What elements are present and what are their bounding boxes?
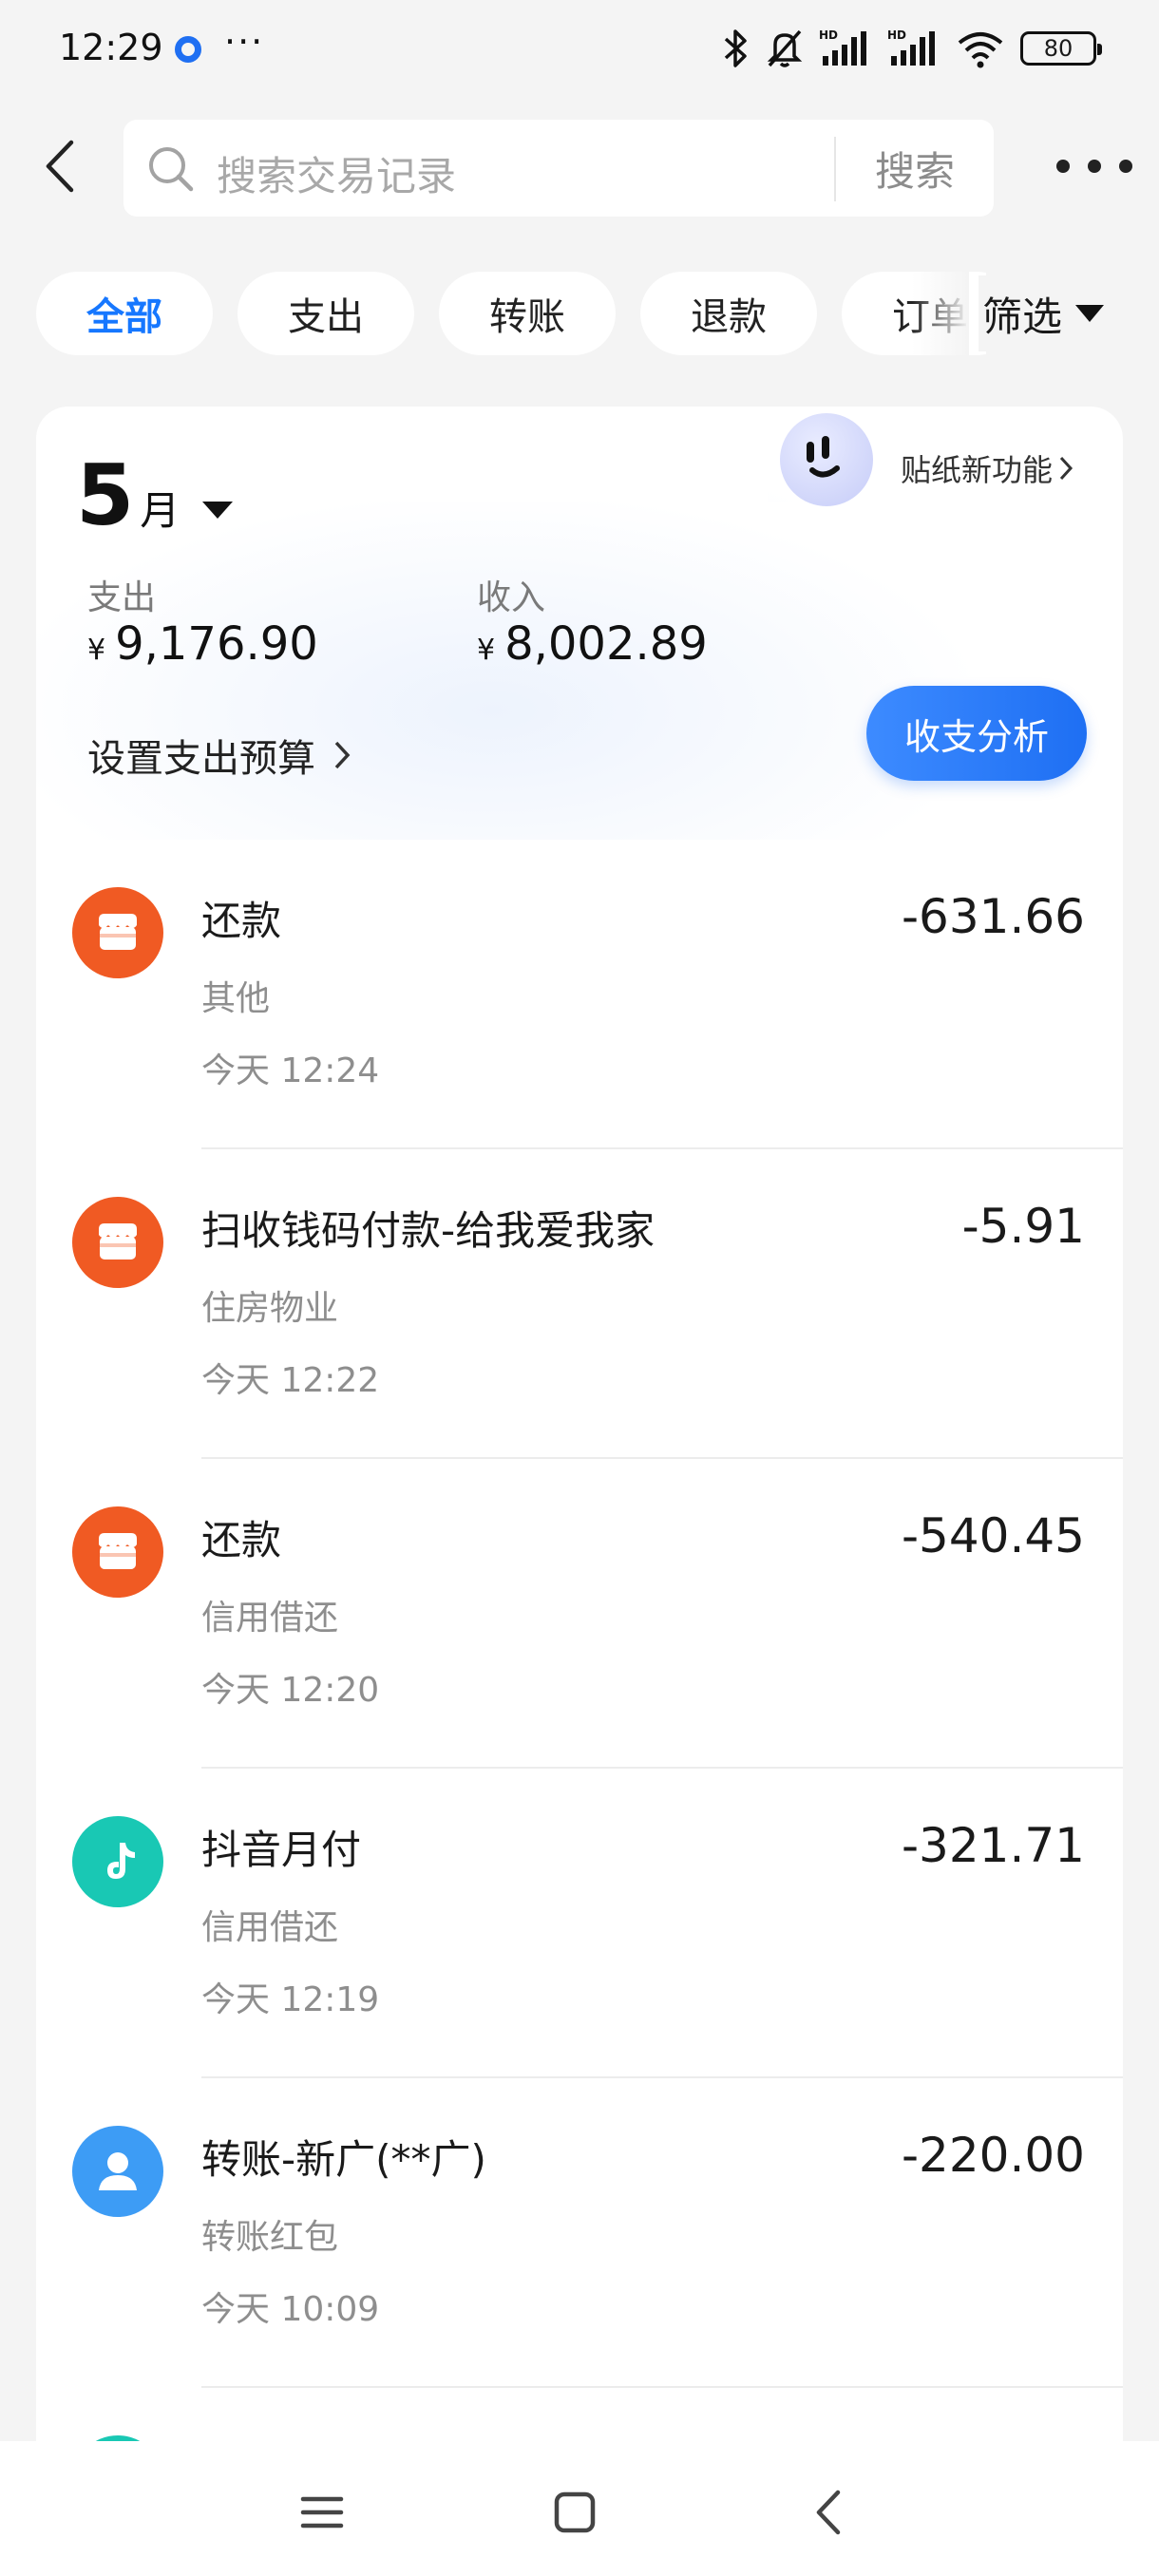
more-options-icon[interactable] xyxy=(1056,142,1132,190)
transaction-category: 住房物业 xyxy=(201,1289,339,1328)
system-nav-bar xyxy=(0,2441,1159,2576)
transaction-title: 还款 xyxy=(201,898,282,944)
store-icon xyxy=(72,1197,163,1288)
transaction-row[interactable]: 还款其他今天 12:24 -631.66 xyxy=(36,840,1123,1149)
transaction-amount: -540.45 xyxy=(902,1508,1085,1563)
transaction-category: 转账红包 xyxy=(201,2218,339,2257)
month-selector[interactable]: 5 月 xyxy=(76,446,234,544)
transaction-title: 转账-新广(**广) xyxy=(201,2136,486,2183)
music-note-icon xyxy=(72,1816,163,1907)
signal-hd-icon-1: HD xyxy=(819,28,866,66)
status-more-icon: ··· xyxy=(224,21,265,63)
transaction-title: 扫收钱码付款-给我爱我家 xyxy=(201,1207,656,1254)
transaction-amount: -631.66 xyxy=(902,889,1085,944)
status-time: 12:29 xyxy=(59,27,163,68)
filter-chip-1[interactable]: 支出 xyxy=(238,272,414,355)
back-triangle-icon xyxy=(816,2490,841,2535)
chevron-right-icon xyxy=(1059,456,1074,481)
expense-label: 支出 xyxy=(87,578,157,617)
filter-chip-3[interactable]: 退款 xyxy=(640,272,817,355)
filter-button[interactable]: 筛选 xyxy=(978,275,1105,351)
income-value: 8,002.89 xyxy=(504,617,708,671)
search-button[interactable]: 搜索 xyxy=(836,120,994,217)
filter-chips: 全部支出转账退款订单 xyxy=(36,272,986,355)
chevron-right-icon xyxy=(334,741,351,769)
transaction-row[interactable]: 转账-新广(**广) 转账红包今天 10:09 -220.00 xyxy=(36,2078,1123,2388)
filter-label: 筛选 xyxy=(982,293,1063,340)
transaction-title: 还款 xyxy=(201,1517,282,1563)
mute-bell-icon xyxy=(767,29,803,67)
transaction-time: 今天 12:22 xyxy=(201,1361,380,1400)
search-bar[interactable]: 搜索交易记录 搜索 xyxy=(124,120,994,217)
transaction-category: 信用借还 xyxy=(201,1908,339,1947)
battery-icon: 80 xyxy=(1020,31,1102,66)
bill-list-screen: 12:29 ··· HD HD 80 搜索交易记录 搜索 全部支出转账退款订单 … xyxy=(0,0,1159,2576)
svg-text:HD: HD xyxy=(887,28,906,42)
status-icons: HD HD 80 xyxy=(722,25,1102,72)
month-unit: 月 xyxy=(140,487,180,534)
transaction-row[interactable]: 扫收钱码付款-给我爱我家住房物业今天 12:22 -5.91 xyxy=(36,1149,1123,1459)
store-icon xyxy=(72,887,163,978)
signal-hd-icon-2: HD xyxy=(887,28,935,66)
transaction-time: 今天 12:19 xyxy=(201,1980,380,2019)
filter-chip-0[interactable]: 全部 xyxy=(36,272,213,355)
search-icon xyxy=(149,147,194,192)
income-total: ¥ 8,002.89 xyxy=(477,617,708,671)
wifi-icon xyxy=(958,32,1003,68)
filter-chip-2[interactable]: 转账 xyxy=(439,272,616,355)
transaction-time: 今天 10:09 xyxy=(201,2290,380,2329)
currency-symbol: ¥ xyxy=(477,634,496,667)
sticker-label-text: 贴纸新功能 xyxy=(901,452,1054,488)
smiley-face-icon xyxy=(807,436,840,478)
nav-menu-button[interactable] xyxy=(279,2470,365,2555)
nav-back-button[interactable] xyxy=(785,2470,870,2555)
set-budget-link[interactable]: 设置支出预算 xyxy=(87,728,352,783)
chips-fade xyxy=(912,266,969,361)
status-bar: 12:29 ··· HD HD 80 xyxy=(0,0,1159,95)
income-label: 收入 xyxy=(477,578,546,617)
caret-down-icon xyxy=(1075,305,1105,322)
budget-link-label: 设置支出预算 xyxy=(87,737,315,781)
transaction-category: 其他 xyxy=(201,979,271,1018)
bluetooth-icon xyxy=(724,29,747,67)
transaction-category: 信用借还 xyxy=(201,1599,339,1638)
transaction-row[interactable]: 抖音月付信用借还今天 12:19 -321.71 xyxy=(36,1769,1123,2078)
currency-symbol: ¥ xyxy=(87,634,106,667)
transaction-title: 抖音月付 xyxy=(201,1827,362,1873)
person-icon xyxy=(72,2126,163,2217)
sticker-avatar-icon[interactable] xyxy=(777,410,876,509)
menu-icon xyxy=(300,2496,344,2529)
transaction-row[interactable]: 还款信用借还今天 12:20 -540.45 xyxy=(36,1459,1123,1769)
month-caret-icon xyxy=(202,502,234,519)
transaction-amount: -5.91 xyxy=(961,1199,1085,1254)
transaction-amount: -321.71 xyxy=(902,1818,1085,1873)
home-square-icon xyxy=(554,2491,596,2533)
transaction-amount: -220.00 xyxy=(902,2128,1085,2183)
transaction-time: 今天 12:20 xyxy=(201,1671,380,1710)
expense-total: ¥ 9,176.90 xyxy=(87,617,318,671)
income-expense-analysis-button[interactable]: 收支分析 xyxy=(866,686,1087,781)
svg-text:HD: HD xyxy=(819,28,838,42)
chevron-left-icon xyxy=(46,140,74,193)
transaction-time: 今天 12:24 xyxy=(201,1051,380,1090)
sticker-new-feature-link[interactable]: 贴纸新功能 xyxy=(901,446,1074,490)
expense-value: 9,176.90 xyxy=(115,617,318,671)
nav-home-button[interactable] xyxy=(532,2470,618,2555)
month-number: 5 xyxy=(76,446,135,544)
row-divider xyxy=(201,2386,1123,2388)
store-icon xyxy=(72,1506,163,1598)
app-notification-icon xyxy=(175,36,201,63)
transaction-list: 还款 其他 今天 12:24 -631.66 扫收钱码付款-给我爱我家 住房物业 今天 12… xyxy=(36,840,1123,2441)
search-input[interactable]: 搜索交易记录 xyxy=(217,144,456,202)
back-button[interactable] xyxy=(32,133,86,199)
